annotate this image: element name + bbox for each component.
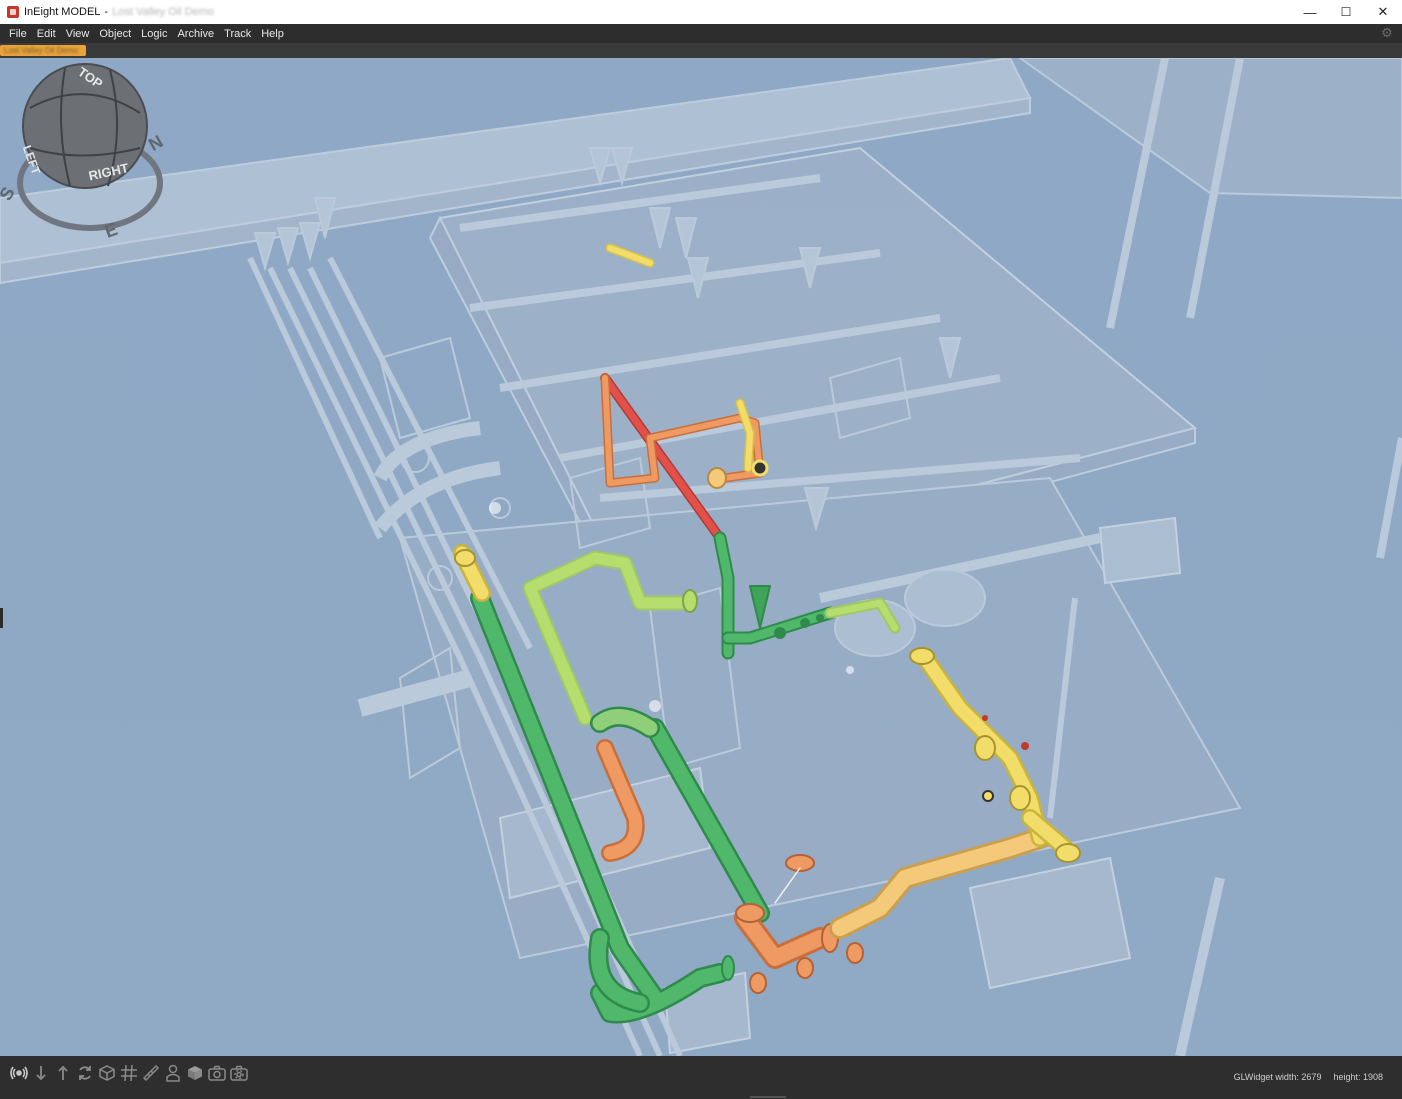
close-button[interactable]: ✕ xyxy=(1365,0,1401,24)
wireframe-cube-icon[interactable] xyxy=(96,1062,118,1084)
camera-settings-icon[interactable] xyxy=(228,1062,250,1084)
document-title: Lost Valley Oil Demo xyxy=(112,6,214,18)
maximize-button[interactable]: ☐ xyxy=(1328,0,1364,24)
document-tab-bar: Lost Valley Oil Demo xyxy=(0,43,1402,58)
menu-view[interactable]: View xyxy=(62,28,94,40)
app-title: InEight MODEL xyxy=(24,6,101,18)
solid-cube-icon[interactable] xyxy=(184,1062,206,1084)
camera-icon[interactable] xyxy=(206,1062,228,1084)
settings-gear-icon[interactable]: ⚙ xyxy=(1380,26,1394,40)
document-tab-label: Lost Valley Oil Demo xyxy=(4,46,79,55)
gl-widget-height: height: 1908 xyxy=(1333,1072,1383,1082)
compass-north-label: N xyxy=(145,131,166,155)
person-icon[interactable] xyxy=(162,1062,184,1084)
broadcast-icon[interactable] xyxy=(8,1062,30,1084)
menu-logic[interactable]: Logic xyxy=(137,28,171,40)
title-separator: - xyxy=(104,6,109,18)
menu-archive[interactable]: Archive xyxy=(173,28,218,40)
menu-file[interactable]: File xyxy=(5,28,31,40)
menu-edit[interactable]: Edit xyxy=(33,28,60,40)
title-bar: InEight MODEL - Lost Valley Oil Demo — ☐… xyxy=(0,0,1402,25)
refresh-icon[interactable] xyxy=(74,1062,96,1084)
menu-bar: File Edit View Object Logic Archive Trac… xyxy=(0,24,1402,43)
model-scene xyxy=(0,58,1402,1056)
ruler-icon[interactable] xyxy=(140,1062,162,1084)
3d-viewport[interactable]: TOP RIGHT LEFT N S E xyxy=(0,58,1402,1056)
status-bar: GLWidget width: 2679 height: 1908 xyxy=(0,1056,1402,1099)
arrow-down-icon[interactable] xyxy=(30,1062,52,1084)
document-tab[interactable]: Lost Valley Oil Demo xyxy=(0,45,86,56)
side-panel-handle[interactable] xyxy=(0,608,3,628)
window-resize-grip xyxy=(750,1096,786,1098)
view-cube-compass[interactable]: TOP RIGHT LEFT N S E xyxy=(0,58,170,243)
view-toolbar xyxy=(8,1062,250,1084)
arrow-up-icon[interactable] xyxy=(52,1062,74,1084)
compass-south-label: S xyxy=(0,184,19,204)
menu-track[interactable]: Track xyxy=(220,28,255,40)
window-title: InEight MODEL - Lost Valley Oil Demo xyxy=(24,6,214,18)
app-logo-icon xyxy=(7,6,19,18)
grid-icon[interactable] xyxy=(118,1062,140,1084)
menu-object[interactable]: Object xyxy=(95,28,135,40)
menu-help[interactable]: Help xyxy=(257,28,288,40)
gl-widget-width: GLWidget width: 2679 xyxy=(1233,1072,1322,1082)
minimize-button[interactable]: — xyxy=(1292,0,1328,24)
gl-widget-info: GLWidget width: 2679 height: 1908 xyxy=(1234,1072,1383,1082)
